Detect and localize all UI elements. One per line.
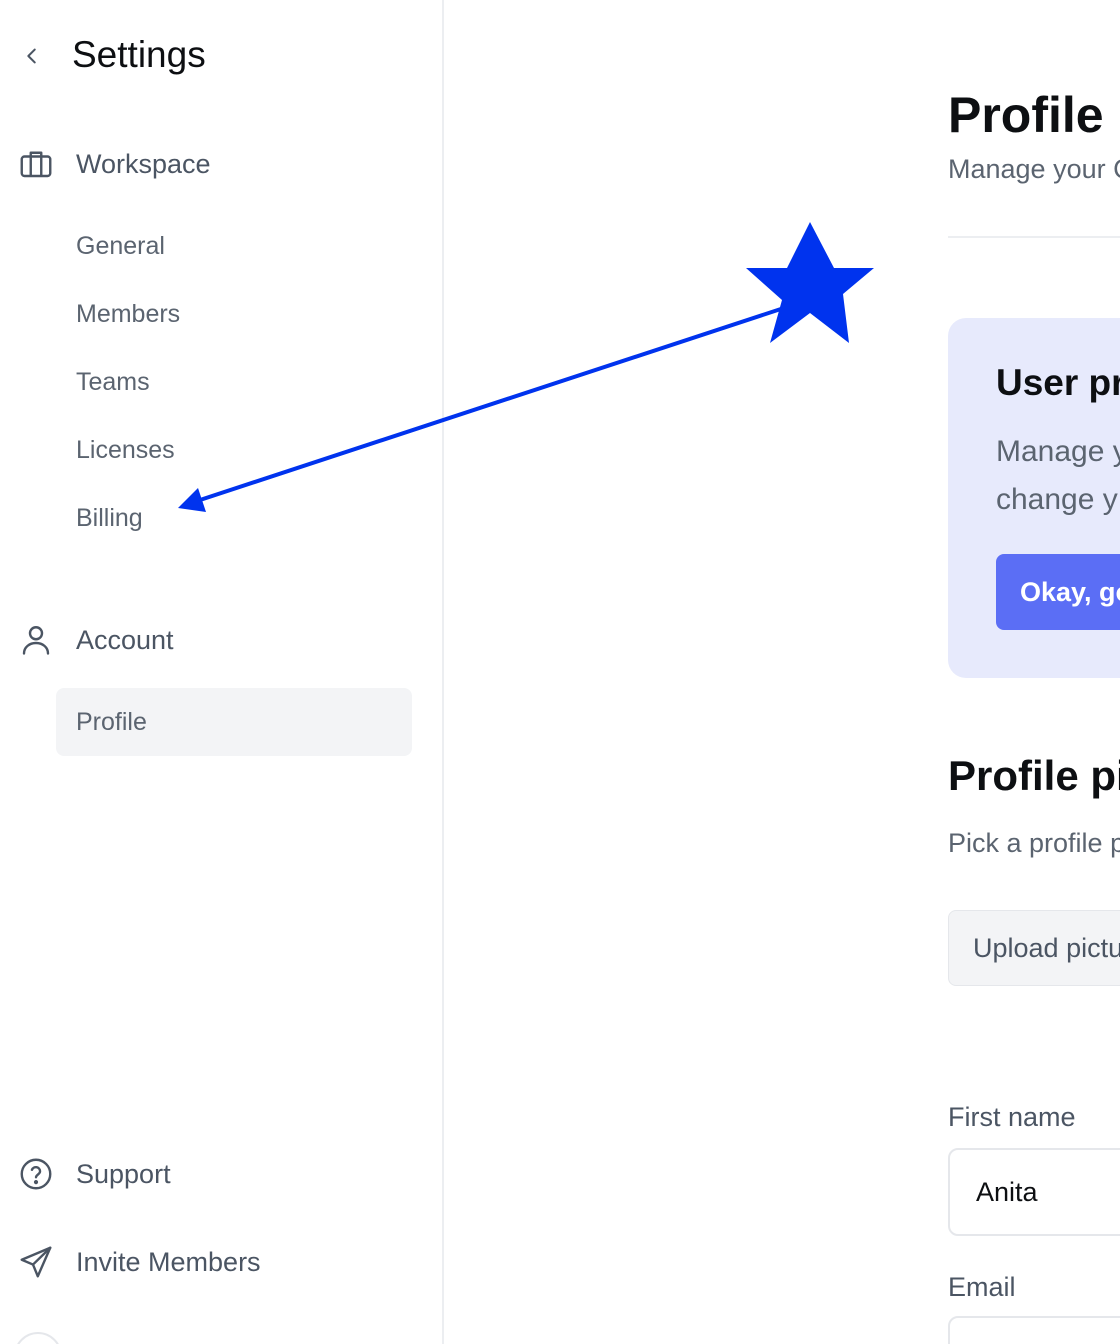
chevron-left-icon bbox=[27, 48, 36, 64]
avatar[interactable] bbox=[14, 1332, 62, 1344]
main-content: Profile Manage your C User pr Manage y c… bbox=[444, 0, 1120, 1344]
callout-text: Manage y change y bbox=[996, 428, 1120, 524]
sidebar-item-label: Teams bbox=[76, 367, 150, 396]
briefcase-icon bbox=[16, 144, 56, 184]
callout-title: User pr bbox=[996, 362, 1120, 403]
support-label: Support bbox=[76, 1158, 171, 1189]
settings-sidebar: Settings Workspace General Members Teams… bbox=[0, 0, 444, 1344]
upload-picture-button[interactable]: Upload pictu bbox=[948, 910, 1120, 986]
sidebar-item-label: Profile bbox=[76, 707, 147, 736]
sidebar-item-profile[interactable]: Profile bbox=[56, 688, 412, 756]
sidebar-item-general[interactable]: General bbox=[56, 212, 412, 280]
profile-picture-title: Profile pic bbox=[948, 752, 1120, 799]
sidebar-item-label: Licenses bbox=[76, 435, 175, 464]
send-icon bbox=[16, 1242, 56, 1282]
divider bbox=[948, 236, 1120, 238]
section-workspace-label: Workspace bbox=[76, 148, 211, 179]
section-account: Account bbox=[16, 616, 174, 664]
first-name-field[interactable] bbox=[948, 1148, 1120, 1236]
callout-text-line: Manage y bbox=[996, 435, 1120, 468]
sidebar-item-billing[interactable]: Billing bbox=[56, 484, 412, 552]
settings-app: Settings Workspace General Members Teams… bbox=[0, 0, 1120, 1344]
back-button[interactable] bbox=[16, 40, 48, 72]
sidebar-item-licenses[interactable]: Licenses bbox=[56, 416, 412, 484]
callout-confirm-button[interactable]: Okay, go bbox=[996, 554, 1120, 630]
section-account-label: Account bbox=[76, 624, 174, 655]
profile-picture-subtitle: Pick a profile p bbox=[948, 828, 1120, 858]
invite-members-label: Invite Members bbox=[76, 1246, 261, 1277]
sidebar-item-label: Members bbox=[76, 299, 181, 328]
email-label: Email bbox=[948, 1272, 1016, 1302]
sidebar-item-label: General bbox=[76, 231, 165, 260]
sidebar-title: Settings bbox=[72, 34, 206, 75]
first-name-label: First name bbox=[948, 1102, 1076, 1132]
sidebar-item-members[interactable]: Members bbox=[56, 280, 412, 348]
email-field[interactable] bbox=[948, 1316, 1120, 1344]
page-title: Profile bbox=[948, 87, 1104, 143]
invite-members-link[interactable]: Invite Members bbox=[16, 1238, 261, 1286]
sidebar-item-teams[interactable]: Teams bbox=[56, 348, 412, 416]
sidebar-item-label: Billing bbox=[76, 503, 143, 532]
page-subtitle: Manage your C bbox=[948, 154, 1120, 184]
help-circle-icon bbox=[16, 1154, 56, 1194]
section-workspace: Workspace bbox=[16, 140, 211, 188]
support-link[interactable]: Support bbox=[16, 1150, 171, 1198]
user-icon bbox=[16, 620, 56, 660]
user-profile-callout: User pr Manage y change y Okay, go bbox=[948, 318, 1120, 678]
callout-text-line: change y bbox=[996, 483, 1118, 516]
